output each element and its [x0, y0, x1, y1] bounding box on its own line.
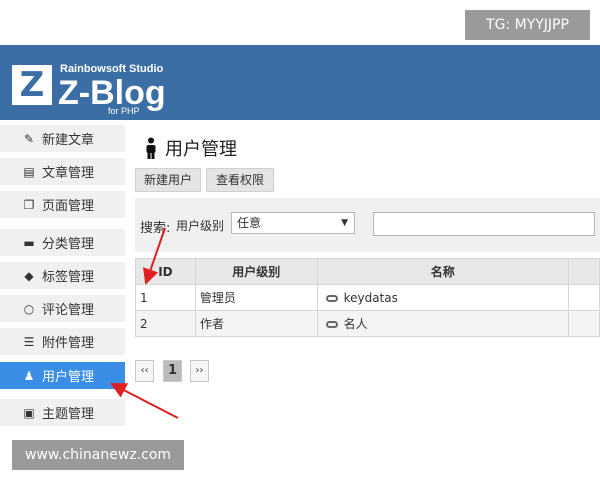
attachment-icon: ☰ [23, 334, 35, 349]
user-table: ID 用户级别 名称 1 管理员 keydatas 2 作者 名人 [135, 258, 600, 337]
pagination-last-button[interactable]: ›› [190, 360, 209, 382]
search-input[interactable] [373, 212, 595, 236]
sidebar-item-attachments[interactable]: ☰ 附件管理 [0, 327, 125, 355]
sidebar-item-pages[interactable]: ❐ 页面管理 [0, 190, 125, 218]
logo-mark: Z [12, 65, 52, 105]
document-icon: ▤ [23, 164, 35, 179]
sidebar-item-label: 用户管理 [42, 370, 95, 385]
logo-subtitle: for PHP [108, 106, 140, 116]
pages-icon: ❐ [23, 197, 35, 212]
new-user-button[interactable]: 新建用户 [135, 168, 201, 192]
sidebar-item-new-article[interactable]: ✎ 新建文章 [0, 124, 125, 152]
sidebar-item-label: 新建文章 [42, 133, 95, 148]
cell-name[interactable]: keydatas [316, 284, 570, 311]
sidebar-item-label: 评论管理 [42, 303, 95, 318]
sidebar-item-comments[interactable]: ○ 评论管理 [0, 294, 125, 322]
page-header: 用户管理 [145, 135, 237, 161]
column-header-level: 用户级别 [194, 258, 318, 285]
dropdown-caret-icon: ▼ [341, 218, 348, 228]
sidebar-item-tags[interactable]: ◆ 标签管理 [0, 261, 125, 289]
cell-name[interactable]: 名人 [316, 310, 570, 337]
table-header-row: ID 用户级别 名称 [135, 258, 600, 285]
column-header-id: ID [135, 258, 196, 285]
cell-level: 作者 [194, 310, 318, 337]
link-icon [325, 321, 338, 328]
sidebar-item-users[interactable]: ♟ 用户管理 [0, 361, 125, 389]
cell-extra [568, 310, 600, 337]
folder-icon: ▬ [23, 235, 35, 250]
cell-extra [568, 284, 600, 311]
watermark-tg: TG: MYYJJPP [465, 10, 590, 40]
column-header-name: 名称 [316, 258, 570, 285]
sidebar: ✎ 新建文章 ▤ 文章管理 ❐ 页面管理 ▬ 分类管理 ◆ 标签管理 ○ 评论管… [0, 124, 125, 426]
user-name[interactable]: keydatas [344, 291, 398, 305]
user-level-label: 用户级别 [176, 219, 225, 233]
link-icon [325, 294, 338, 302]
view-permissions-button[interactable]: 查看权限 [206, 168, 274, 192]
edit-icon: ✎ [23, 131, 35, 146]
page-title: 用户管理 [165, 139, 237, 160]
pagination-first-button[interactable]: ‹‹ [135, 360, 154, 382]
sidebar-item-categories[interactable]: ▬ 分类管理 [0, 228, 125, 256]
sidebar-item-articles[interactable]: ▤ 文章管理 [0, 157, 125, 185]
user-level-value: 任意 [237, 216, 262, 230]
cell-id: 2 [135, 310, 196, 337]
user-level-select[interactable]: 任意 ▼ [231, 212, 355, 234]
user-icon: ♟ [23, 368, 35, 383]
theme-icon: ▣ [23, 405, 35, 420]
header-banner: Z Rainbowsoft Studio Z-Blog for PHP [0, 45, 600, 120]
search-bar: 搜索: 用户级别 任意 ▼ [135, 198, 600, 252]
table-row: 1 管理员 keydatas [135, 284, 600, 311]
sidebar-item-label: 附件管理 [42, 336, 95, 351]
sidebar-item-label: 分类管理 [42, 237, 95, 252]
sidebar-item-label: 标签管理 [42, 270, 95, 285]
cell-id: 1 [135, 284, 196, 311]
sidebar-item-label: 页面管理 [42, 199, 95, 214]
column-header-extra [568, 258, 600, 285]
person-icon [146, 137, 156, 159]
sidebar-item-label: 文章管理 [42, 166, 95, 181]
cell-level: 管理员 [194, 284, 318, 311]
sidebar-item-themes[interactable]: ▣ 主题管理 [0, 398, 125, 426]
user-name[interactable]: 名人 [344, 317, 368, 331]
table-row: 2 作者 名人 [135, 310, 600, 337]
comment-icon: ○ [23, 301, 35, 316]
sidebar-item-label: 主题管理 [42, 407, 95, 422]
watermark-site: www.chinanewz.com [12, 440, 184, 470]
search-label: 搜索: [140, 221, 171, 236]
tag-icon: ◆ [24, 268, 34, 283]
pagination-current-page[interactable]: 1 [163, 360, 182, 382]
